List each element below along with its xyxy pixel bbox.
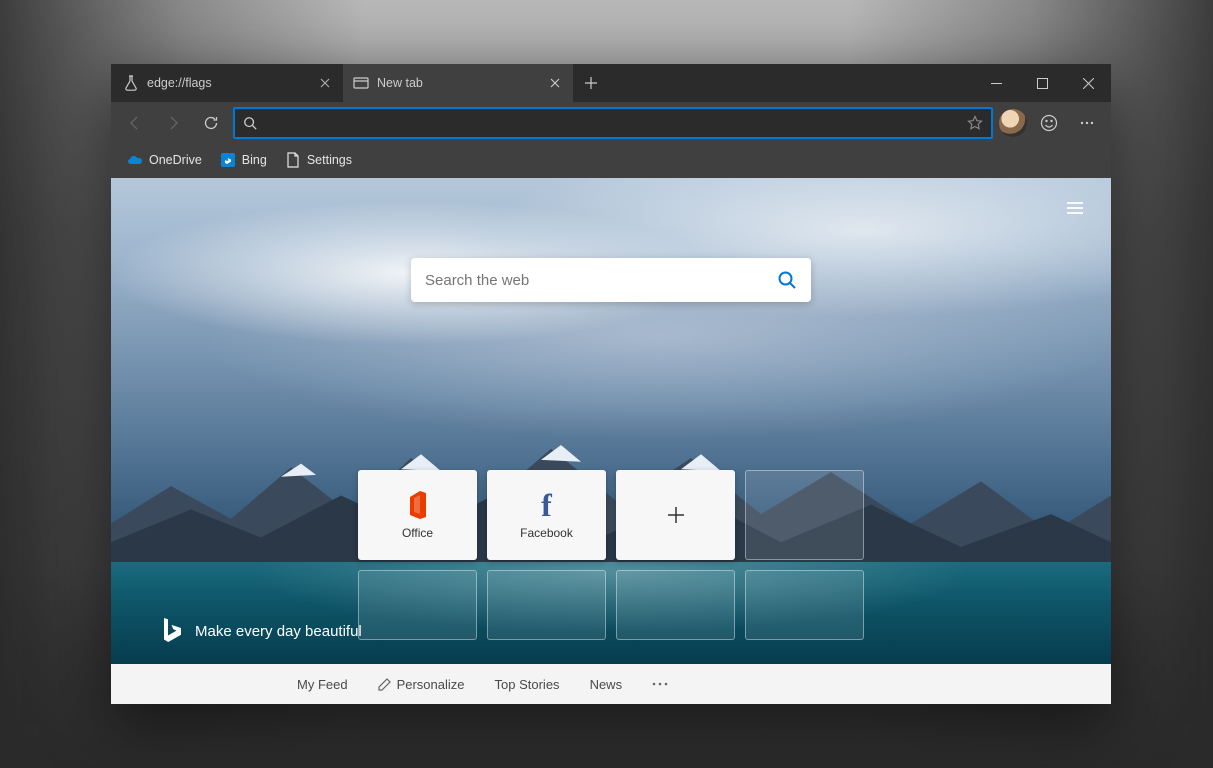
browser-window: edge://flags New tab bbox=[111, 64, 1111, 704]
tile-office[interactable]: Office bbox=[358, 470, 477, 560]
bing-logo-icon bbox=[161, 618, 183, 644]
feed-personalize[interactable]: Personalize bbox=[378, 677, 465, 692]
web-search-input[interactable] bbox=[425, 272, 767, 289]
profile-avatar[interactable] bbox=[999, 109, 1027, 137]
more-menu-button[interactable] bbox=[1071, 107, 1103, 139]
tile-add[interactable] bbox=[616, 470, 735, 560]
forward-button[interactable] bbox=[157, 107, 189, 139]
page-settings-button[interactable] bbox=[1059, 192, 1091, 224]
facebook-icon: f bbox=[541, 490, 552, 520]
address-bar[interactable] bbox=[233, 107, 993, 139]
feed-more-button[interactable] bbox=[652, 682, 668, 686]
bookmark-bing[interactable]: Bing bbox=[212, 148, 275, 172]
top-sites-tiles: Office f Facebook bbox=[358, 470, 864, 560]
tile-placeholder[interactable] bbox=[487, 570, 606, 640]
pencil-icon bbox=[378, 678, 391, 691]
tile-placeholder[interactable] bbox=[358, 570, 477, 640]
newtab-icon bbox=[353, 75, 369, 91]
tab-close-button[interactable] bbox=[317, 75, 333, 91]
new-tab-button[interactable] bbox=[573, 64, 609, 102]
minimize-button[interactable] bbox=[973, 64, 1019, 102]
close-button[interactable] bbox=[1065, 64, 1111, 102]
toolbar bbox=[111, 102, 1111, 144]
feed-news[interactable]: News bbox=[590, 677, 623, 692]
flask-icon bbox=[123, 75, 139, 91]
tab-close-button[interactable] bbox=[547, 75, 563, 91]
tab-title: edge://flags bbox=[147, 76, 309, 90]
feed-bar: My Feed Personalize Top Stories News bbox=[111, 664, 1111, 704]
tile-label: Office bbox=[402, 526, 433, 540]
office-icon bbox=[406, 490, 430, 520]
feed-label: Personalize bbox=[397, 677, 465, 692]
feed-myfeed[interactable]: My Feed bbox=[297, 677, 348, 692]
tile-label: Facebook bbox=[520, 526, 573, 540]
bookmarks-bar: OneDrive Bing Settings bbox=[111, 144, 1111, 178]
web-search-box[interactable] bbox=[411, 258, 811, 302]
tile-placeholder[interactable] bbox=[745, 470, 864, 560]
tab-flags[interactable]: edge://flags bbox=[113, 64, 343, 102]
slogan-text: Make every day beautiful bbox=[195, 623, 362, 640]
window-controls bbox=[973, 64, 1111, 102]
bookmark-label: Settings bbox=[307, 153, 352, 167]
tab-title: New tab bbox=[377, 76, 539, 90]
feed-topstories[interactable]: Top Stories bbox=[495, 677, 560, 692]
bookmark-label: Bing bbox=[242, 153, 267, 167]
search-icon bbox=[243, 116, 257, 130]
bookmark-label: OneDrive bbox=[149, 153, 202, 167]
top-sites-tiles-row2 bbox=[358, 570, 864, 640]
back-button[interactable] bbox=[119, 107, 151, 139]
tile-placeholder[interactable] bbox=[616, 570, 735, 640]
bookmark-settings[interactable]: Settings bbox=[277, 148, 360, 172]
tab-newtab[interactable]: New tab bbox=[343, 64, 573, 102]
newtab-content: Office f Facebook Make every day b bbox=[111, 178, 1111, 704]
onedrive-icon bbox=[127, 152, 143, 168]
tile-placeholder[interactable] bbox=[745, 570, 864, 640]
bing-slogan: Make every day beautiful bbox=[161, 618, 362, 644]
maximize-button[interactable] bbox=[1019, 64, 1065, 102]
favorite-star-icon[interactable] bbox=[967, 115, 983, 131]
plus-icon bbox=[665, 500, 687, 530]
bookmark-onedrive[interactable]: OneDrive bbox=[119, 148, 210, 172]
refresh-button[interactable] bbox=[195, 107, 227, 139]
search-icon[interactable] bbox=[777, 270, 797, 290]
bing-icon bbox=[220, 152, 236, 168]
tab-bar: edge://flags New tab bbox=[111, 64, 1111, 102]
feedback-smiley-button[interactable] bbox=[1033, 107, 1065, 139]
address-input[interactable] bbox=[265, 115, 959, 131]
tile-facebook[interactable]: f Facebook bbox=[487, 470, 606, 560]
page-icon bbox=[285, 152, 301, 168]
